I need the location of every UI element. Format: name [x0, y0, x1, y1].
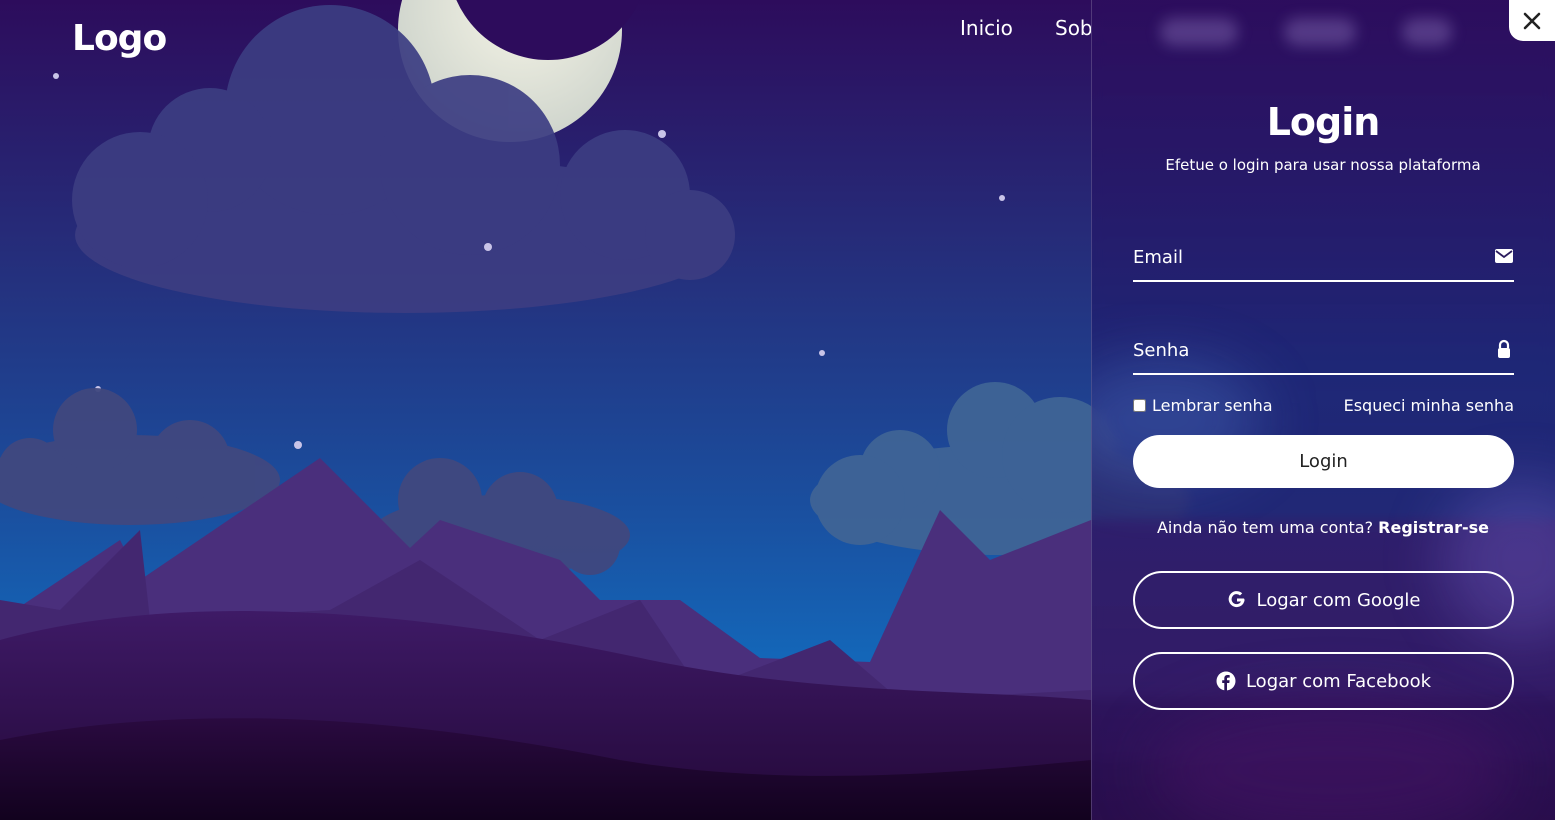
blurred-nav-item	[1402, 18, 1452, 46]
close-button[interactable]	[1509, 0, 1555, 41]
mail-icon	[1495, 249, 1513, 263]
google-button-label: Logar com Google	[1256, 589, 1421, 611]
nav-link-sobre[interactable]: Sob	[1055, 16, 1091, 40]
register-prompt: Ainda não tem uma conta? Registrar-se	[1091, 518, 1555, 537]
facebook-button-label: Logar com Facebook	[1245, 670, 1432, 692]
remember-password[interactable]: Lembrar senha	[1133, 396, 1273, 415]
facebook-icon	[1216, 671, 1236, 691]
password-input[interactable]	[1133, 327, 1473, 373]
close-icon	[1523, 12, 1541, 29]
forgot-password-link[interactable]: Esqueci minha senha	[1344, 396, 1514, 415]
register-prompt-text: Ainda não tem uma conta?	[1156, 518, 1374, 537]
login-submit-button[interactable]: Login	[1133, 435, 1514, 488]
logo[interactable]: Logo	[72, 18, 167, 59]
nav-link-inicio[interactable]: Inicio	[960, 16, 1013, 40]
password-field-container	[1133, 327, 1514, 375]
facebook-login-button[interactable]: Logar com Facebook	[1133, 652, 1514, 710]
page: Logo Inicio Sob Login Efetue o login par…	[0, 0, 1555, 820]
panel-glow-bottom	[1152, 700, 1512, 820]
register-link[interactable]: Registrar-se	[1378, 518, 1489, 537]
login-title: Login	[1266, 100, 1381, 144]
google-icon	[1228, 591, 1245, 608]
email-input[interactable]	[1133, 234, 1473, 280]
lock-icon	[1498, 339, 1510, 358]
email-field-container	[1133, 234, 1514, 282]
blurred-nav-item	[1160, 18, 1238, 46]
login-subtitle: Efetue o login para usar nossa plataform…	[1165, 156, 1481, 174]
remember-label: Lembrar senha	[1152, 396, 1273, 415]
google-login-button[interactable]: Logar com Google	[1133, 571, 1514, 629]
remember-checkbox[interactable]	[1133, 399, 1146, 412]
blurred-nav-item	[1284, 18, 1356, 46]
